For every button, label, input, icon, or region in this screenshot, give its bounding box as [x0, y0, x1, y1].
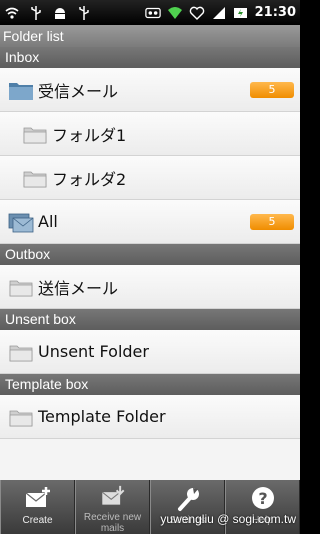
- watermark: yuwengliu @ sogi.com.tw: [160, 512, 296, 526]
- envelopes-icon: [8, 213, 34, 232]
- receive-mail-icon: [101, 485, 124, 505]
- create-button[interactable]: Create: [0, 480, 75, 534]
- wrench-icon: [177, 488, 199, 511]
- folder-label: フォルダ1: [52, 125, 127, 145]
- folder-2[interactable]: フォルダ2: [0, 156, 300, 200]
- folder-icon: [9, 280, 33, 296]
- status-bar: 21:30: [0, 0, 300, 25]
- section-outbox: Outbox: [0, 244, 300, 265]
- folder-icon: [9, 345, 33, 361]
- section-template: Template box: [0, 374, 300, 395]
- compose-mail-icon: [25, 487, 50, 507]
- folder-label: 受信メール: [38, 81, 119, 101]
- folder-label: 送信メール: [38, 278, 119, 298]
- help-icon: ?: [251, 487, 274, 509]
- folder-all[interactable]: All 5: [0, 200, 300, 244]
- unread-badge: 5: [250, 214, 294, 230]
- folder-icon: [9, 410, 33, 426]
- folder-1[interactable]: フォルダ1: [0, 112, 300, 156]
- bottom-toolbar: Create Receive new mails Settings ? Help…: [0, 480, 300, 534]
- android-icon: [52, 5, 68, 21]
- voicemail-icon: [144, 5, 161, 21]
- folder-inbox-main[interactable]: 受信メール 5: [0, 68, 300, 112]
- unread-badge: 5: [250, 82, 294, 98]
- signal-icon: [211, 5, 227, 21]
- folder-unsent[interactable]: Unsent Folder: [0, 330, 300, 374]
- folder-template[interactable]: Template Folder: [0, 395, 300, 439]
- folder-label: All: [38, 212, 58, 231]
- battery-icon: [233, 5, 249, 21]
- create-label: Create: [22, 515, 53, 526]
- folder-sent[interactable]: 送信メール: [0, 265, 300, 309]
- folder-icon: [23, 127, 47, 143]
- folder-label: Template Folder: [38, 407, 166, 426]
- folder-icon: [23, 171, 47, 187]
- folder-label: Unsent Folder: [38, 342, 149, 361]
- folder-open-icon: [9, 82, 33, 100]
- heart-icon: [189, 5, 205, 21]
- section-unsent: Unsent box: [0, 309, 300, 330]
- receive-button[interactable]: Receive new mails: [75, 480, 150, 534]
- wifi-icon: [167, 5, 183, 21]
- usb-icon: [28, 5, 44, 21]
- receive-label: Receive new mails: [83, 512, 142, 534]
- wifi-icon: [4, 5, 20, 21]
- svg-text:?: ?: [258, 489, 267, 508]
- section-inbox: Inbox: [0, 47, 300, 68]
- usb-icon: [76, 5, 92, 21]
- folder-label: フォルダ2: [52, 169, 127, 189]
- clock: 21:30: [254, 5, 296, 20]
- page-title: Folder list: [0, 25, 300, 47]
- folder-list: Inbox 受信メール 5 フォルダ1 フォルダ2 All 5 Outbox 送…: [0, 47, 300, 480]
